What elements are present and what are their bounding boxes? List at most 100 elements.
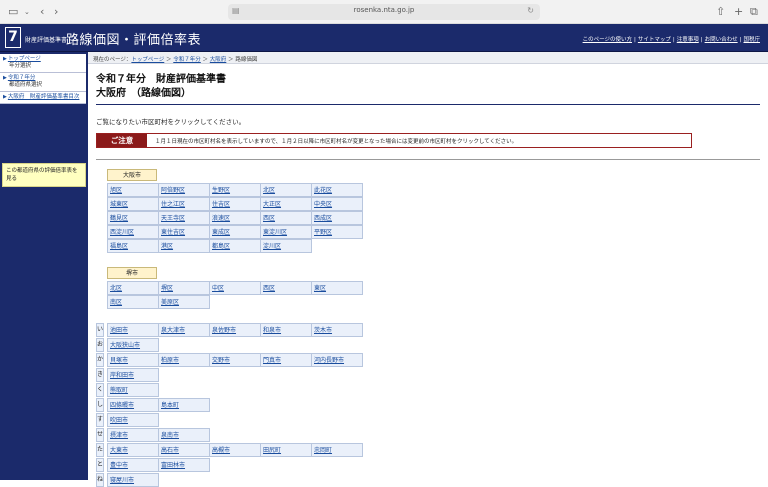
ward-link[interactable]: 生野区 [212,187,230,194]
ward-cell[interactable]: 淀川区 [260,239,312,253]
municipality-cell[interactable]: 寝屋川市 [107,473,159,487]
municipality-link[interactable]: 池田市 [110,327,128,334]
municipality-link[interactable]: 忠岡町 [314,447,332,454]
ward-link[interactable]: 東区 [314,285,326,292]
sidebar-item-contents[interactable]: ▶大阪府 財産評価基準書目次 [0,92,86,104]
municipality-cell[interactable]: 田尻町 [260,443,312,457]
municipality-link[interactable]: 泉大津市 [161,327,185,334]
ward-link[interactable]: 此花区 [314,187,332,194]
ward-cell[interactable]: 旭区 [107,183,159,197]
municipality-cell[interactable]: 高石市 [158,443,210,457]
ward-cell[interactable]: 鶴見区 [107,211,159,225]
municipality-link[interactable]: 大東市 [110,447,128,454]
municipality-link[interactable]: 門真市 [263,357,281,364]
municipality-cell[interactable]: 四條畷市 [107,398,159,412]
ward-link[interactable]: 浪速区 [212,215,230,222]
ward-link[interactable]: 鶴見区 [110,215,128,222]
nav-how-to-use[interactable]: このページの使い方 [583,37,632,43]
municipality-cell[interactable]: 泉大津市 [158,323,210,337]
municipality-cell[interactable]: 泉佐野市 [209,323,261,337]
municipality-link[interactable]: 島本町 [161,402,179,409]
sidebar-toggle-icon[interactable]: ▭ [8,5,18,19]
ward-cell[interactable]: 北区 [260,183,312,197]
municipality-cell[interactable]: 茨木市 [311,323,363,337]
ward-cell[interactable]: 此花区 [311,183,363,197]
ward-link[interactable]: 阿倍野区 [161,187,185,194]
ward-cell[interactable]: 北区 [107,281,159,295]
municipality-link[interactable]: 泉南市 [161,432,179,439]
municipality-cell[interactable]: 貝塚市 [107,353,159,367]
back-icon[interactable]: ‹ [40,5,44,19]
ward-link[interactable]: 美原区 [161,299,179,306]
municipality-cell[interactable]: 熊取町 [107,383,159,397]
municipality-link[interactable]: 大阪狭山市 [110,342,140,349]
ward-link[interactable]: 西成区 [314,215,332,222]
forward-icon[interactable]: › [54,5,58,19]
municipality-cell[interactable]: 大阪狭山市 [107,338,159,352]
municipality-cell[interactable]: 島本町 [158,398,210,412]
breadcrumb-top[interactable]: トップページ [131,57,164,63]
ward-link[interactable]: 東住吉区 [161,229,185,236]
nav-sitemap[interactable]: サイトマップ [638,37,671,43]
address-bar[interactable]: ▤ rosenka.nta.go.jp ↻ [228,4,540,20]
ward-link[interactable]: 東淀川区 [263,229,287,236]
ward-cell[interactable]: 東区 [311,281,363,295]
ward-cell[interactable]: 西成区 [311,211,363,225]
municipality-link[interactable]: 交野市 [212,357,230,364]
ward-cell[interactable]: 都島区 [209,239,261,253]
ward-link[interactable]: 北区 [110,285,122,292]
ward-cell[interactable]: 平野区 [311,225,363,239]
municipality-link[interactable]: 富田林市 [161,462,185,469]
municipality-cell[interactable]: 大東市 [107,443,159,457]
municipality-cell[interactable]: 岸和田市 [107,368,159,382]
ward-link[interactable]: 港区 [161,243,173,250]
ward-link[interactable]: 天王寺区 [161,215,185,222]
municipality-cell[interactable]: 河内長野市 [311,353,363,367]
ward-cell[interactable]: 阿倍野区 [158,183,210,197]
ward-cell[interactable]: 福島区 [107,239,159,253]
municipality-cell[interactable]: 忠岡町 [311,443,363,457]
ward-cell[interactable]: 東住吉区 [158,225,210,239]
ward-cell[interactable]: 住吉区 [209,197,261,211]
municipality-link[interactable]: 熊取町 [110,387,128,394]
municipality-cell[interactable]: 交野市 [209,353,261,367]
breadcrumb-prefecture[interactable]: 大阪府 [210,57,227,63]
sidebar-link-contents[interactable]: 大阪府 財産評価基準書目次 [8,94,80,100]
ward-cell[interactable]: 東成区 [209,225,261,239]
municipality-cell[interactable]: 富田林市 [158,458,210,472]
ward-link[interactable]: 平野区 [314,229,332,236]
municipality-link[interactable]: 摂津市 [110,432,128,439]
municipality-link[interactable]: 貝塚市 [110,357,128,364]
municipality-cell[interactable]: 泉南市 [158,428,210,442]
ward-link[interactable]: 北区 [263,187,275,194]
ward-cell[interactable]: 生野区 [209,183,261,197]
ward-cell[interactable]: 中央区 [311,197,363,211]
ward-cell[interactable]: 住之江区 [158,197,210,211]
municipality-link[interactable]: 和泉市 [263,327,281,334]
municipality-cell[interactable]: 摂津市 [107,428,159,442]
municipality-link[interactable]: 柏原市 [161,357,179,364]
municipality-link[interactable]: 高石市 [161,447,179,454]
ward-cell[interactable]: 美原区 [158,295,210,309]
municipality-link[interactable]: 茨木市 [314,327,332,334]
ward-cell[interactable]: 港区 [158,239,210,253]
ward-cell[interactable]: 堺区 [158,281,210,295]
ward-cell[interactable]: 西区 [260,281,312,295]
ward-link[interactable]: 城東区 [110,201,128,208]
nav-notes[interactable]: 注意事項 [677,37,699,43]
ward-cell[interactable]: 中区 [209,281,261,295]
municipality-link[interactable]: 河内長野市 [314,357,344,364]
reload-icon[interactable]: ↻ [527,6,534,15]
nav-nta[interactable]: 国税庁 [743,37,760,43]
municipality-link[interactable]: 吹田市 [110,417,128,424]
ward-link[interactable]: 住之江区 [161,201,185,208]
new-tab-icon[interactable]: + [734,5,743,19]
ward-link[interactable]: 中区 [212,285,224,292]
municipality-cell[interactable]: 吹田市 [107,413,159,427]
municipality-link[interactable]: 泉佐野市 [212,327,236,334]
municipality-cell[interactable]: 門真市 [260,353,312,367]
chevron-down-icon[interactable]: ⌄ [24,5,30,19]
sidebar-item-top[interactable]: ▶トップページ 年分選択 [0,54,86,73]
ward-cell[interactable]: 西区 [260,211,312,225]
municipality-link[interactable]: 田尻町 [263,447,281,454]
